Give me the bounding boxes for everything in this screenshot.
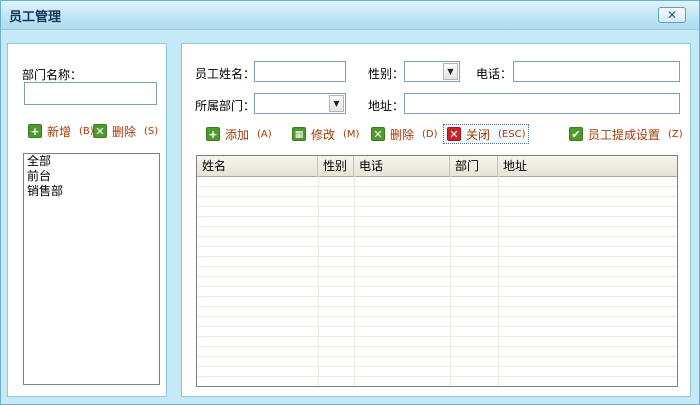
address-input[interactable] — [404, 93, 680, 114]
table-row — [197, 376, 677, 386]
department-select[interactable]: ▼ — [254, 93, 346, 114]
employee-table[interactable]: 姓名 性别 电话 部门 地址 — [196, 155, 678, 387]
check-icon: ✔ — [569, 127, 583, 141]
employee-management-window: 员工管理 ✕ 部门名称： + 新增 (B) ✕ 删除 (S) 全部 前台 销售部 员… — [0, 0, 700, 405]
commission-settings-button[interactable]: ✔ 员工提成设置 (Z) — [569, 125, 683, 143]
add-employee-button[interactable]: + 添加 (A) — [206, 125, 272, 143]
close-label: 关闭 — [466, 127, 491, 142]
window-title: 员工管理 — [9, 10, 62, 25]
close-icon: ✕ — [447, 127, 461, 141]
department-name-label: 部门名称： — [22, 68, 83, 82]
employee-name-input[interactable] — [254, 61, 346, 82]
column-header-name[interactable]: 姓名 — [197, 156, 318, 176]
column-header-phone[interactable]: 电话 — [354, 156, 450, 176]
delete-department-label: 删除 — [112, 124, 137, 139]
chevron-down-icon[interactable]: ▼ — [329, 95, 344, 112]
list-item[interactable]: 前台 — [24, 169, 159, 184]
edit-employee-shortcut: (M) — [343, 128, 360, 140]
delete-department-button[interactable]: ✕ 删除 (S) — [93, 122, 158, 140]
edit-employee-label: 修改 — [311, 127, 336, 142]
delete-employee-label: 删除 — [390, 127, 415, 142]
phone-label: 电话： — [476, 67, 513, 81]
column-header-address[interactable]: 地址 — [498, 156, 677, 176]
column-divider — [354, 176, 355, 386]
list-item[interactable]: 销售部 — [24, 184, 159, 199]
column-divider — [498, 176, 499, 386]
add-employee-shortcut: (A) — [257, 128, 272, 140]
column-header-gender[interactable]: 性别 — [318, 156, 354, 176]
phone-input[interactable] — [513, 61, 680, 82]
commission-settings-shortcut: (Z) — [668, 128, 683, 140]
chevron-down-icon[interactable]: ▼ — [443, 63, 458, 80]
add-department-button[interactable]: + 新增 (B) — [28, 122, 94, 140]
x-icon: ✕ — [93, 124, 107, 138]
column-header-department[interactable]: 部门 — [450, 156, 498, 176]
add-department-label: 新增 — [47, 124, 72, 139]
close-button[interactable]: ✕ 关闭 (ESC) — [443, 124, 530, 144]
department-select-label: 所属部门： — [195, 99, 256, 113]
delete-department-shortcut: (S) — [144, 125, 159, 137]
gender-select[interactable]: ▼ — [404, 61, 460, 82]
grid-icon: ▦ — [292, 127, 306, 141]
commission-settings-label: 员工提成设置 — [588, 127, 661, 142]
add-department-shortcut: (B) — [79, 125, 94, 137]
department-list[interactable]: 全部 前台 销售部 — [23, 153, 160, 385]
plus-icon: + — [206, 127, 220, 141]
gender-label: 性别： — [368, 67, 405, 81]
employee-name-label: 员工姓名： — [195, 67, 256, 81]
close-icon: ✕ — [666, 8, 678, 22]
delete-employee-shortcut: (D) — [422, 128, 438, 140]
plus-icon: + — [28, 124, 42, 138]
add-employee-label: 添加 — [225, 127, 250, 142]
title-bar: 员工管理 ✕ — [1, 1, 699, 30]
edit-employee-button[interactable]: ▦ 修改 (M) — [292, 125, 359, 143]
close-window-button[interactable]: ✕ — [658, 7, 686, 23]
list-item[interactable]: 全部 — [24, 154, 159, 169]
column-divider — [450, 176, 451, 386]
employee-panel: 员工姓名： 性别： ▼ 电话： 所属部门： ▼ 地址： + 添加 (A) ▦ 修改… — [181, 43, 691, 397]
department-name-input[interactable] — [24, 82, 157, 105]
address-label: 地址： — [368, 99, 405, 113]
x-icon: ✕ — [371, 127, 385, 141]
close-shortcut: (ESC) — [498, 128, 526, 140]
table-header: 姓名 性别 电话 部门 地址 — [197, 156, 677, 177]
column-divider — [318, 176, 319, 386]
delete-employee-button[interactable]: ✕ 删除 (D) — [371, 125, 438, 143]
